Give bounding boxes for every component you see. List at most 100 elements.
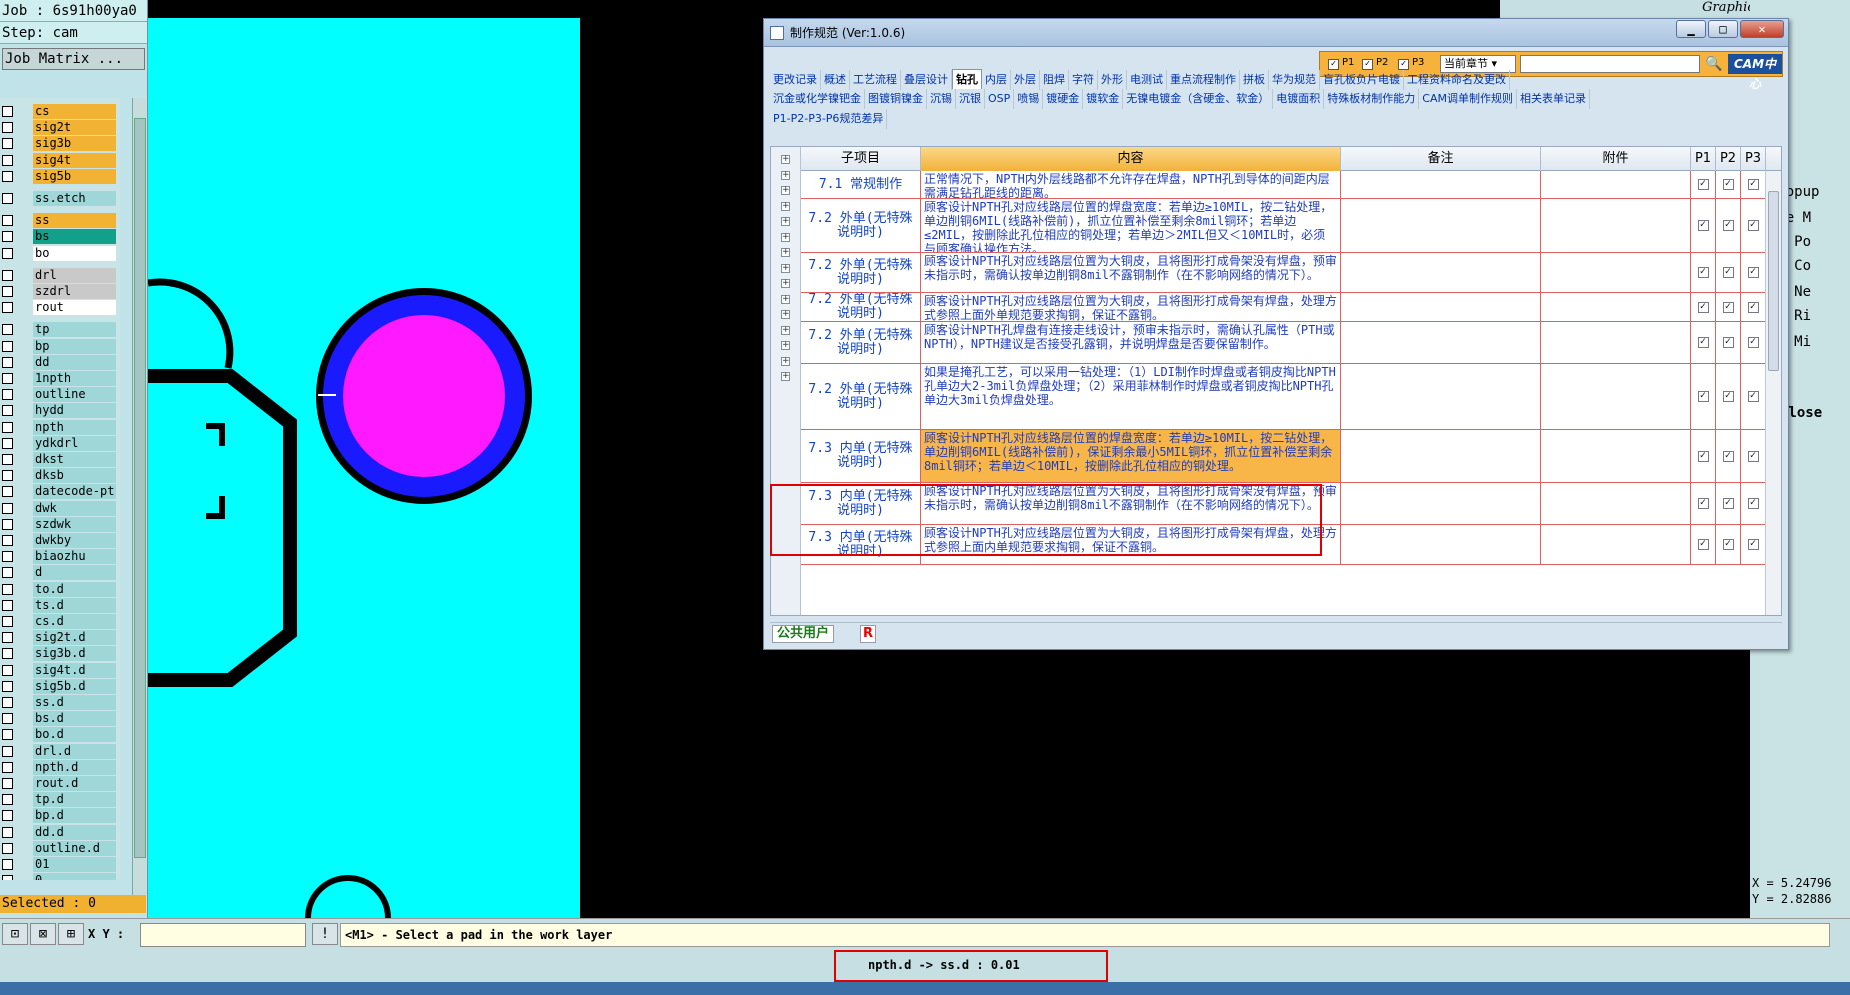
tab-item[interactable]: 无镍电镀金（含硬金、软金） [1123, 89, 1274, 109]
p1-checkbox[interactable]: ✓ [1697, 337, 1709, 348]
layer-row[interactable]: tp.d [0, 792, 116, 808]
layer-checkbox[interactable] [2, 778, 13, 789]
layer-row[interactable]: bp [0, 338, 116, 354]
layer-checkbox[interactable] [2, 340, 13, 352]
layer-row[interactable]: rout.d [0, 776, 116, 791]
layer-color-swatch[interactable] [17, 679, 31, 693]
table-row[interactable]: 7.3 内单(无特殊说明时) 顾客设计NPTH孔对应线路层位置的焊盘宽度：若单边≥… [801, 430, 1781, 483]
layer-row[interactable]: outline [0, 387, 116, 403]
layer-checkbox[interactable] [2, 373, 13, 384]
layer-color-swatch[interactable] [17, 809, 31, 823]
layer-checkbox[interactable] [2, 389, 13, 401]
taskbar[interactable] [0, 982, 1850, 995]
tab-item[interactable]: 特殊板材制作能力 [1324, 89, 1420, 109]
row-attachment[interactable] [1541, 171, 1691, 198]
p3-checkbox[interactable]: ✓ [1747, 301, 1759, 313]
layer-row[interactable]: outline.d [0, 840, 116, 856]
p3-checkbox[interactable]: ✓ [1747, 450, 1759, 462]
expand-icon[interactable]: + [781, 217, 790, 226]
expand-icon[interactable]: + [781, 294, 790, 304]
p3-checkbox[interactable]: ✓ [1747, 391, 1759, 402]
layer-row[interactable]: cs.d [0, 614, 116, 629]
layer-color-swatch[interactable] [17, 696, 31, 709]
layer-color-swatch[interactable] [17, 372, 31, 385]
layer-color-swatch[interactable] [17, 246, 31, 260]
row-attachment[interactable] [1541, 364, 1691, 429]
layer-row[interactable]: sig3b [0, 136, 116, 152]
layer-color-swatch[interactable] [17, 728, 31, 742]
layer-row[interactable]: 1npth [0, 371, 116, 386]
layer-color-swatch[interactable] [17, 121, 31, 135]
layer-color-swatch[interactable] [17, 663, 31, 677]
layer-color-swatch[interactable] [17, 153, 31, 167]
job-matrix-button[interactable]: Job Matrix ... [2, 48, 145, 70]
layer-color-swatch[interactable] [17, 858, 31, 871]
layer-checkbox[interactable] [2, 632, 13, 644]
expand-icon[interactable]: + [781, 170, 790, 180]
p1-checkbox[interactable]: ✓ [1697, 267, 1709, 278]
expand-icon[interactable]: + [781, 155, 790, 164]
layer-row[interactable]: cs [0, 104, 116, 119]
p2-checkbox[interactable]: ✓ [1722, 301, 1734, 313]
row-note[interactable] [1341, 293, 1541, 321]
tab-item[interactable]: 概述 [821, 70, 850, 90]
layer-checkbox[interactable] [2, 247, 13, 259]
info-button[interactable]: ! [312, 923, 338, 945]
row-note[interactable] [1341, 430, 1541, 482]
layer-checkbox[interactable] [2, 599, 13, 611]
p3-checkbox[interactable]: ✓ [1747, 539, 1759, 550]
row-note[interactable] [1341, 322, 1541, 363]
layer-color-swatch[interactable] [17, 485, 31, 499]
layer-row[interactable]: sig5b [0, 168, 116, 184]
layer-color-swatch[interactable] [17, 469, 31, 483]
layer-row[interactable]: bo [0, 245, 116, 261]
tab-item[interactable]: 内层 [982, 70, 1011, 90]
header-attach[interactable]: 附件 [1541, 147, 1691, 171]
layer-row[interactable]: ydkdrl [0, 435, 116, 451]
tab-item[interactable]: 图镀铜镍金 [865, 89, 927, 109]
layer-color-swatch[interactable] [17, 355, 31, 369]
row-note[interactable] [1341, 171, 1541, 198]
layer-row[interactable]: d [0, 565, 116, 581]
layer-checkbox[interactable] [2, 138, 13, 150]
tab-item[interactable]: 镀软金 [1083, 89, 1124, 109]
layer-row[interactable]: bs [0, 229, 116, 245]
p2-checkbox[interactable]: ✓ [1722, 267, 1734, 278]
layer-row[interactable]: sig3b.d [0, 646, 116, 662]
layer-color-swatch[interactable] [17, 582, 31, 596]
layer-checkbox[interactable] [2, 583, 13, 595]
layer-checkbox[interactable] [2, 664, 13, 676]
table-row[interactable]: 7.2 外单(无特殊说明时) 如果是掩孔工艺，可以采用一钻处理：（1）LDI制作时… [801, 364, 1781, 430]
layer-color-swatch[interactable] [17, 615, 31, 628]
layer-checkbox[interactable] [2, 810, 13, 822]
layer-color-swatch[interactable] [17, 453, 31, 466]
tab-item[interactable]: 相关表单记录 [1517, 89, 1590, 109]
header-p1[interactable]: P1 [1691, 147, 1716, 171]
tab-item[interactable]: 电测试 [1127, 70, 1167, 90]
layer-checkbox[interactable] [2, 170, 13, 182]
layer-color-swatch[interactable] [17, 874, 31, 880]
tab-item[interactable]: OSP [985, 89, 1015, 109]
tab-item[interactable]: 华为规范 [1269, 70, 1320, 90]
layer-checkbox[interactable] [2, 193, 13, 204]
tab-item[interactable]: 叠层设计 [901, 70, 952, 90]
layer-checkbox[interactable] [2, 535, 13, 546]
p3-checkbox[interactable]: ✓ [1747, 267, 1759, 278]
tab-item[interactable]: CAM调单制作规则 [1419, 89, 1517, 109]
layer-checkbox[interactable] [2, 356, 13, 368]
layer-row[interactable]: sig4t.d [0, 662, 116, 678]
layer-row[interactable]: to.d [0, 581, 116, 597]
layer-checkbox[interactable] [2, 502, 13, 514]
row-attachment[interactable] [1541, 253, 1691, 292]
tab-item[interactable]: 更改记录 [770, 70, 821, 90]
minimize-button[interactable]: ▁ [1676, 20, 1706, 38]
layer-row[interactable]: bs.d [0, 711, 116, 727]
tab-item[interactable]: 镀硬金 [1043, 89, 1084, 109]
tab-item[interactable]: 沉锡 [927, 89, 956, 109]
layer-checkbox[interactable] [2, 454, 13, 465]
p2-checkbox[interactable]: ✓ [1722, 498, 1734, 509]
layer-row[interactable]: sig2t.d [0, 630, 116, 646]
p3-checkbox[interactable]: ✓ [1747, 179, 1759, 190]
p1-checkbox[interactable]: ✓ [1697, 391, 1709, 402]
layer-row[interactable]: dwkby [0, 533, 116, 548]
